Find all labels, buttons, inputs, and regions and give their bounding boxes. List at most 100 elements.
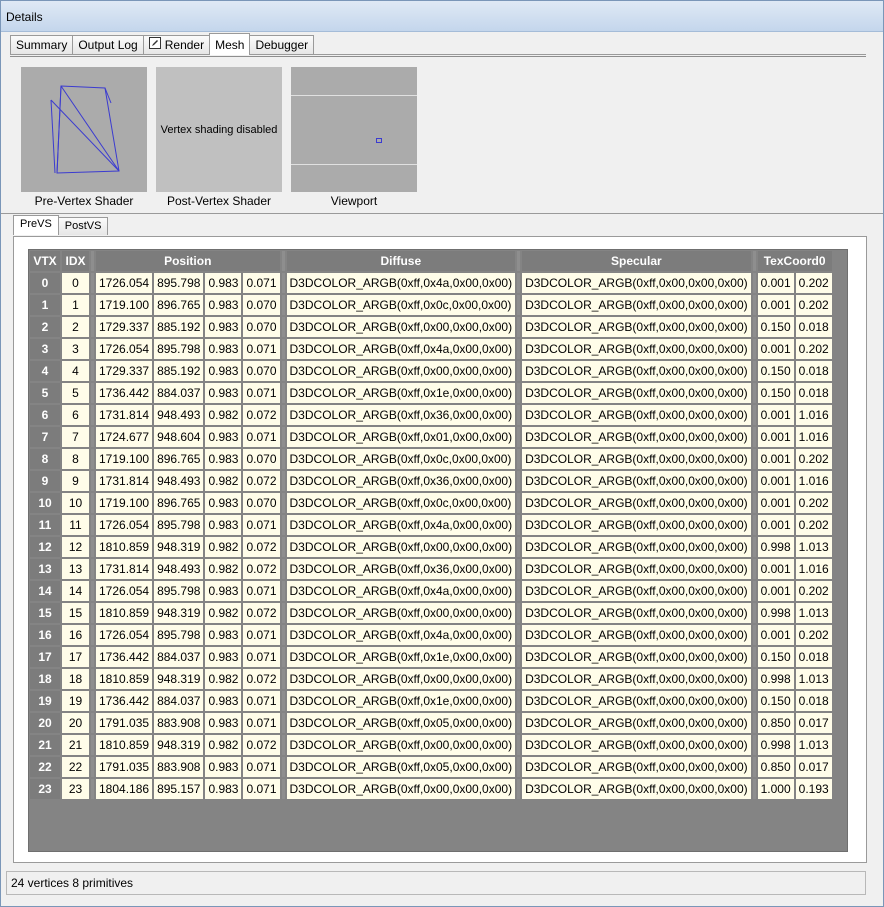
table-cell[interactable]: 1.016 — [795, 405, 832, 425]
row-header-vtx[interactable]: 17 — [30, 647, 60, 667]
table-cell[interactable]: D3DCOLOR_ARGB(0xff,0x00,0x00,0x00) — [522, 669, 751, 689]
table-cell[interactable]: D3DCOLOR_ARGB(0xff,0x36,0x00,0x00) — [286, 405, 516, 425]
table-cell[interactable]: 1731.814 — [96, 471, 153, 491]
table-cell[interactable]: 1726.054 — [96, 581, 153, 601]
row-header-vtx[interactable]: 7 — [30, 427, 60, 447]
table-cell[interactable]: 0.001 — [757, 493, 794, 513]
table-cell[interactable]: D3DCOLOR_ARGB(0xff,0x00,0x00,0x00) — [522, 603, 751, 623]
table-cell[interactable]: 0.150 — [757, 691, 794, 711]
table-cell[interactable]: 23 — [62, 779, 89, 799]
table-cell[interactable]: 0.202 — [795, 339, 832, 359]
table-cell[interactable]: D3DCOLOR_ARGB(0xff,0x00,0x00,0x00) — [286, 537, 516, 557]
tab-mesh[interactable]: Mesh — [209, 33, 251, 55]
row-header-vtx[interactable]: 2 — [30, 317, 60, 337]
table-row[interactable]: 22 22 1791.035 883.908 0.983 0.071 D3DCOLOR_AR… — [30, 757, 832, 777]
table-row[interactable]: 8 8 1719.100 896.765 0.983 0.070 D3DCOLOR_ARGB… — [30, 449, 832, 469]
table-cell[interactable]: 0.018 — [795, 691, 832, 711]
table-cell[interactable]: D3DCOLOR_ARGB(0xff,0x00,0x00,0x00) — [522, 427, 751, 447]
table-cell[interactable]: 14 — [62, 581, 89, 601]
table-row[interactable]: 11 11 1726.054 895.798 0.983 0.071 D3DCOLOR_AR… — [30, 515, 832, 535]
table-cell[interactable]: 0.001 — [757, 405, 794, 425]
row-header-vtx[interactable]: 6 — [30, 405, 60, 425]
table-cell[interactable]: 2 — [62, 317, 89, 337]
table-cell[interactable]: 1804.186 — [96, 779, 153, 799]
table-cell[interactable]: 6 — [62, 405, 89, 425]
table-cell[interactable]: D3DCOLOR_ARGB(0xff,0x00,0x00,0x00) — [286, 361, 516, 381]
table-cell[interactable]: 0.983 — [205, 383, 242, 403]
tab-prevs[interactable]: PreVS — [13, 215, 59, 235]
table-cell[interactable]: 0.018 — [795, 383, 832, 403]
table-cell[interactable]: 0.071 — [243, 691, 280, 711]
table-cell[interactable]: D3DCOLOR_ARGB(0xff,0x4a,0x00,0x00) — [286, 625, 516, 645]
table-cell[interactable]: 1726.054 — [96, 339, 153, 359]
table-cell[interactable]: 0.850 — [757, 713, 794, 733]
table-cell[interactable]: 22 — [62, 757, 89, 777]
table-cell[interactable]: 12 — [62, 537, 89, 557]
table-cell[interactable]: 0.983 — [205, 647, 242, 667]
table-cell[interactable]: 1.000 — [757, 779, 794, 799]
table-cell[interactable]: 0.070 — [243, 493, 280, 513]
table-cell[interactable]: 0.983 — [205, 317, 242, 337]
table-cell[interactable]: 0.070 — [243, 317, 280, 337]
row-header-vtx[interactable]: 8 — [30, 449, 60, 469]
table-row[interactable]: 4 4 1729.337 885.192 0.983 0.070 D3DCOLOR_ARGB… — [30, 361, 832, 381]
table-cell[interactable]: 0.983 — [205, 581, 242, 601]
header-idx[interactable]: IDX — [62, 251, 89, 271]
table-row[interactable]: 0 0 1726.054 895.798 0.983 0.071 D3DCOLOR_ARGB… — [30, 273, 832, 293]
table-cell[interactable]: 0.982 — [205, 669, 242, 689]
tab-output-log[interactable]: Output Log — [72, 35, 144, 54]
table-cell[interactable]: 0.070 — [243, 361, 280, 381]
table-row[interactable]: 6 6 1731.814 948.493 0.982 0.072 D3DCOLOR_ARGB… — [30, 405, 832, 425]
table-cell[interactable]: D3DCOLOR_ARGB(0xff,0x36,0x00,0x00) — [286, 471, 516, 491]
table-cell[interactable]: 948.604 — [154, 427, 204, 447]
table-cell[interactable]: D3DCOLOR_ARGB(0xff,0x00,0x00,0x00) — [522, 383, 751, 403]
tab-postvs[interactable]: PostVS — [57, 217, 109, 235]
table-cell[interactable]: 1736.442 — [96, 383, 153, 403]
tab-debugger[interactable]: Debugger — [249, 35, 315, 54]
table-cell[interactable]: 18 — [62, 669, 89, 689]
table-cell[interactable]: 1.016 — [795, 559, 832, 579]
table-cell[interactable]: 15 — [62, 603, 89, 623]
row-header-vtx[interactable]: 10 — [30, 493, 60, 513]
table-cell[interactable]: 0.150 — [757, 361, 794, 381]
table-cell[interactable]: 0.998 — [757, 603, 794, 623]
table-cell[interactable]: 884.037 — [154, 383, 204, 403]
table-cell[interactable]: D3DCOLOR_ARGB(0xff,0x00,0x00,0x00) — [522, 537, 751, 557]
table-cell[interactable]: 3 — [62, 339, 89, 359]
table-cell[interactable]: 7 — [62, 427, 89, 447]
table-row[interactable]: 13 13 1731.814 948.493 0.982 0.072 D3DCOLOR_AR… — [30, 559, 832, 579]
table-cell[interactable]: D3DCOLOR_ARGB(0xff,0x00,0x00,0x00) — [522, 647, 751, 667]
table-cell[interactable]: 20 — [62, 713, 89, 733]
row-header-vtx[interactable]: 18 — [30, 669, 60, 689]
table-cell[interactable]: 0.071 — [243, 713, 280, 733]
table-row[interactable]: 17 17 1736.442 884.037 0.983 0.071 D3DCOLOR_AR… — [30, 647, 832, 667]
table-cell[interactable]: 0.150 — [757, 317, 794, 337]
header-diffuse[interactable]: Diffuse — [286, 251, 516, 271]
table-cell[interactable]: 0.202 — [795, 493, 832, 513]
table-row[interactable]: 3 3 1726.054 895.798 0.983 0.071 D3DCOLOR_ARGB… — [30, 339, 832, 359]
table-cell[interactable]: 4 — [62, 361, 89, 381]
table-cell[interactable]: 0.982 — [205, 735, 242, 755]
table-cell[interactable]: 0.983 — [205, 515, 242, 535]
table-cell[interactable]: D3DCOLOR_ARGB(0xff,0x00,0x00,0x00) — [522, 691, 751, 711]
table-row[interactable]: 23 23 1804.186 895.157 0.983 0.071 D3DCOLOR_AR… — [30, 779, 832, 799]
table-cell[interactable]: 895.798 — [154, 625, 204, 645]
row-header-vtx[interactable]: 1 — [30, 295, 60, 315]
table-cell[interactable]: 0.072 — [243, 559, 280, 579]
table-cell[interactable]: D3DCOLOR_ARGB(0xff,0x00,0x00,0x00) — [522, 515, 751, 535]
table-cell[interactable]: D3DCOLOR_ARGB(0xff,0x00,0x00,0x00) — [522, 559, 751, 579]
table-cell[interactable]: D3DCOLOR_ARGB(0xff,0x00,0x00,0x00) — [522, 493, 751, 513]
table-cell[interactable]: 0.071 — [243, 383, 280, 403]
table-cell[interactable]: 0.072 — [243, 669, 280, 689]
table-row[interactable]: 5 5 1736.442 884.037 0.983 0.071 D3DCOLOR_ARGB… — [30, 383, 832, 403]
table-cell[interactable]: 0.072 — [243, 735, 280, 755]
table-cell[interactable]: 0.982 — [205, 405, 242, 425]
table-cell[interactable]: 1.013 — [795, 537, 832, 557]
viewport-canvas[interactable] — [291, 67, 417, 192]
table-cell[interactable]: D3DCOLOR_ARGB(0xff,0x0c,0x00,0x00) — [286, 493, 516, 513]
table-cell[interactable]: 0.071 — [243, 625, 280, 645]
table-cell[interactable]: 0.983 — [205, 625, 242, 645]
table-cell[interactable]: D3DCOLOR_ARGB(0xff,0x05,0x00,0x00) — [286, 757, 516, 777]
table-cell[interactable]: D3DCOLOR_ARGB(0xff,0x00,0x00,0x00) — [522, 471, 751, 491]
table-cell[interactable]: 1.016 — [795, 427, 832, 447]
